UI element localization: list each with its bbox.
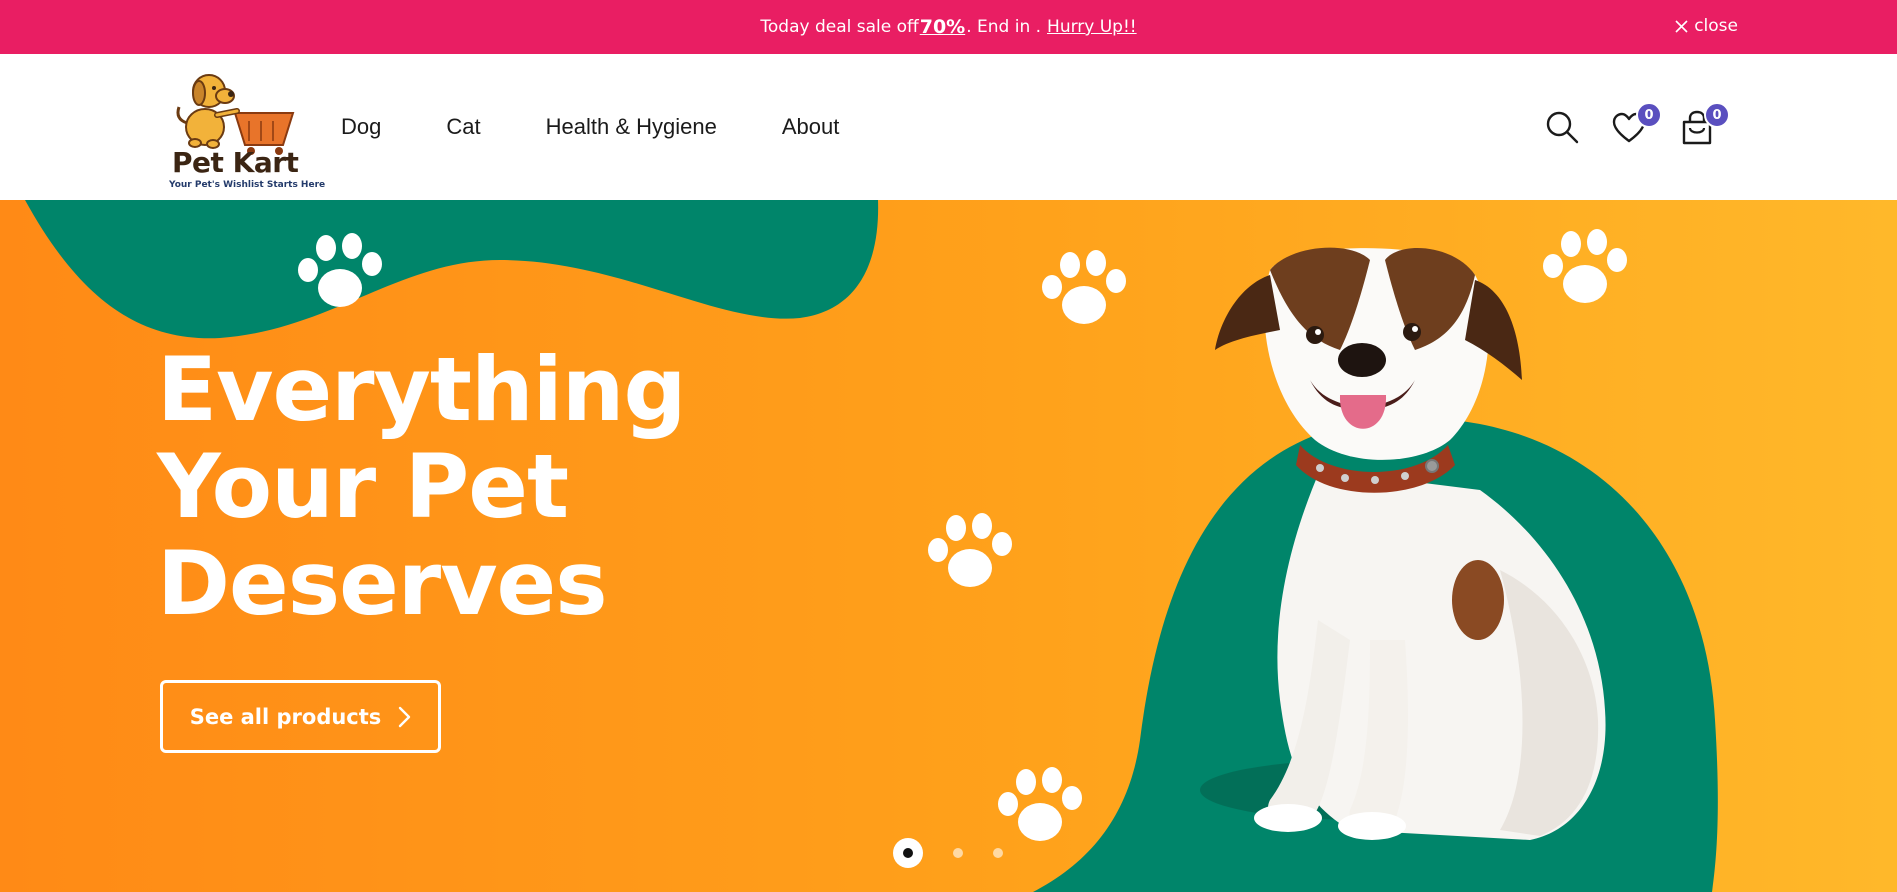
nav-item-dog[interactable]: Dog (341, 114, 381, 140)
close-label: close (1694, 16, 1738, 36)
nav-item-cat[interactable]: Cat (446, 114, 480, 140)
hero-banner: Everything Your Pet Deserves See all pro… (0, 200, 1897, 892)
hurry-up-link[interactable]: Hurry Up!! (1047, 17, 1137, 37)
nav-item-health-hygiene[interactable]: Health & Hygiene (546, 114, 717, 140)
cart-button[interactable]: 0 (1680, 102, 1730, 150)
search-icon (1546, 111, 1579, 144)
paw-print-icon (1042, 250, 1126, 324)
wishlist-button[interactable]: 0 (1612, 102, 1662, 148)
announcement-close-button[interactable]: close (1675, 16, 1738, 36)
close-icon (1675, 19, 1688, 33)
dog-illustration (1215, 247, 1606, 840)
announcement-middle: . End in . (966, 17, 1042, 37)
slider-dot-active[interactable] (893, 838, 923, 868)
logo-name: Pet Kart (172, 146, 299, 179)
slider-dot[interactable] (993, 848, 1003, 858)
wishlist-count-badge: 0 (1636, 102, 1662, 128)
paw-print-icon (298, 233, 382, 307)
hero-title-line-1: Everything (157, 338, 686, 441)
announcement-prefix: Today deal sale off (760, 17, 919, 37)
nav-item-about[interactable]: About (782, 114, 840, 140)
announcement-discount: 70% (919, 16, 966, 38)
hero-title-line-3: Deserves (157, 532, 608, 635)
see-all-products-button[interactable]: See all products (160, 680, 441, 753)
slider-dot[interactable] (953, 848, 963, 858)
main-nav: Dog Cat Health & Hygiene About (341, 114, 904, 140)
paw-print-icon (998, 767, 1082, 841)
hero-title-line-2: Your Pet (157, 435, 569, 538)
search-button[interactable] (1545, 110, 1579, 148)
chevron-right-icon (399, 706, 411, 727)
announcement-bar: Today deal sale off 70% . End in . Hurry… (0, 0, 1897, 54)
paw-print-icon (928, 513, 1012, 587)
site-header: Pet Kart Your Pet's Wishlist Starts Here… (0, 54, 1897, 200)
logo-tagline: Your Pet's Wishlist Starts Here (169, 180, 326, 190)
slider-pagination (893, 838, 1003, 868)
see-all-products-label: See all products (189, 704, 382, 729)
hero-title: Everything Your Pet Deserves (157, 341, 857, 632)
cart-count-badge: 0 (1704, 102, 1730, 128)
